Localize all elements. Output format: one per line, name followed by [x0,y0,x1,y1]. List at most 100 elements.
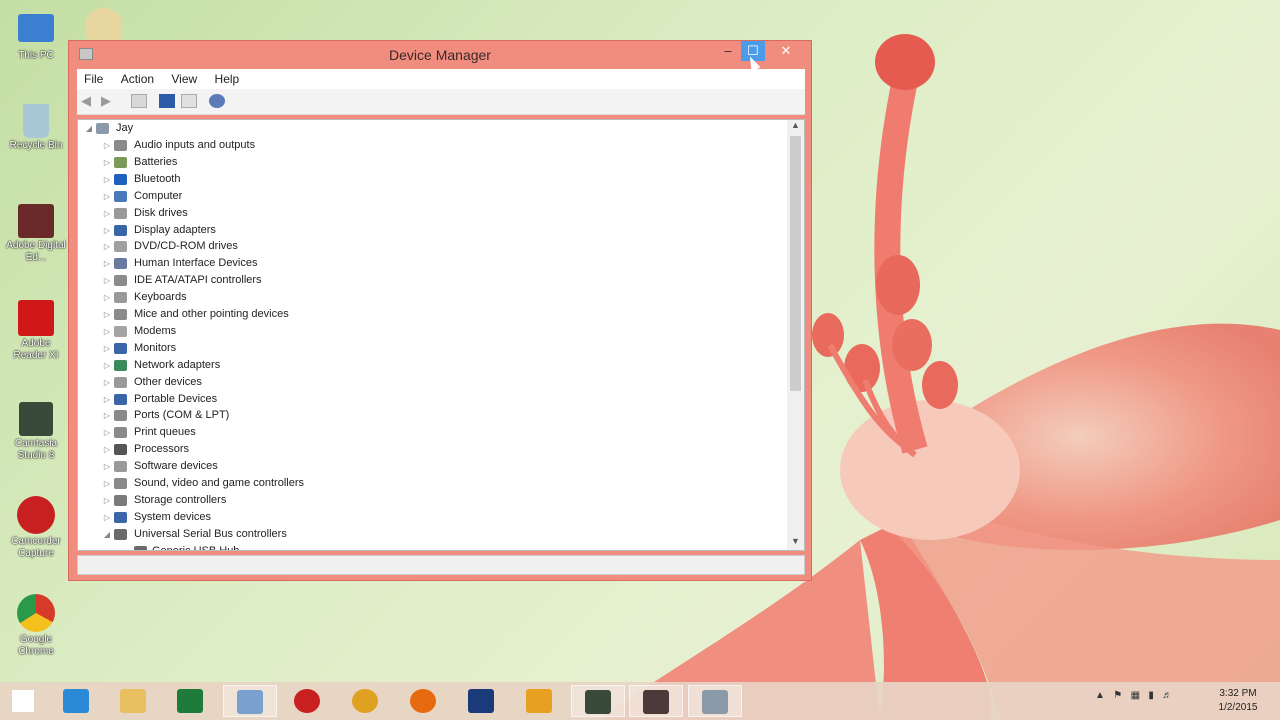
expand-arrow-icon[interactable]: ▷ [102,323,112,340]
expand-arrow-icon[interactable]: ▷ [102,441,112,458]
desktop-icon-recycle-bin[interactable]: Recycle Bin [6,104,66,152]
taskbar-paint[interactable] [223,685,277,717]
expand-arrow-icon[interactable]: ▷ [102,306,112,323]
back-icon[interactable]: ◀ [81,94,97,108]
firefox-icon [410,689,436,713]
device-category-icon [114,173,127,185]
tree-category-label: Software devices [134,460,218,473]
device-category-icon [114,275,127,287]
taskbar-firefox[interactable] [397,685,451,717]
menu-help[interactable]: Help [208,69,247,89]
clock[interactable]: 3:32 PM 1/2/2015 [1208,687,1268,715]
device-category-icon [114,292,127,304]
tree-category-label: Print queues [134,426,196,439]
chrome-icon [17,594,55,632]
collapse-arrow-icon[interactable]: ◢ [102,526,112,543]
taskbar-photoshop[interactable] [455,685,509,717]
forward-icon[interactable]: ▶ [101,94,117,108]
expand-arrow-icon[interactable]: ▷ [102,340,112,357]
tray-chevron-icon[interactable]: ▲ [1095,690,1105,701]
desktop-icon-camtasia[interactable]: Camtasia Studio 8 [6,402,66,462]
camtasia-recorder-icon [643,690,669,714]
close-button[interactable]: ✕ [767,41,805,61]
vertical-scrollbar[interactable]: ▲ ▼ [787,120,804,550]
expand-arrow-icon[interactable]: ▷ [102,458,112,475]
desktop-icon-adobe-digital-editions[interactable]: Adobe Digital Ed... [6,204,66,264]
expand-arrow-icon[interactable]: ▷ [102,475,112,492]
tree-category-label: Batteries [134,155,178,168]
device-category-icon [114,309,127,320]
tree-category-label: Other devices [134,375,202,388]
expand-arrow-icon[interactable]: ▷ [102,374,112,391]
taskbar-camtasia-recorder[interactable] [629,685,683,717]
network-icon[interactable]: ▦ [1131,690,1140,701]
scan-hardware-icon[interactable] [209,94,225,108]
expand-arrow-icon[interactable]: ▷ [102,188,112,205]
desktop-icon-chrome[interactable]: Google Chrome [6,594,66,658]
tree-category-label: Bluetooth [134,172,181,185]
excel-icon [177,689,203,713]
taskbar-camtasia[interactable] [571,685,625,717]
tree-category-label: Universal Serial Bus controllers [134,527,287,540]
flag-icon[interactable]: ⚑ [1113,690,1122,701]
desktop-icon-label: Camcorder Capture [11,536,61,559]
expand-arrow-icon[interactable]: ▷ [102,492,112,509]
expand-arrow-icon[interactable]: ▷ [102,238,112,255]
expand-arrow-icon[interactable]: ▷ [102,357,112,374]
taskbar-start[interactable] [0,685,48,717]
help-icon[interactable] [159,94,175,108]
taskbar-camcorder[interactable] [281,685,335,717]
user-folder-icon[interactable] [86,8,122,40]
tree-category-label: Display adapters [134,223,216,236]
minimize-button[interactable]: – [715,41,741,61]
scrollbar-thumb[interactable] [790,136,801,391]
tree-category-label: Monitors [134,341,177,354]
menu-action[interactable]: Action [114,69,161,89]
expand-arrow-icon[interactable]: ▷ [102,222,112,239]
device-category-icon [114,190,127,202]
expand-arrow-icon[interactable]: ▷ [102,255,112,272]
camtasia-icon [585,690,611,714]
expand-arrow-icon[interactable]: ▷ [102,509,112,526]
device-category-icon [114,207,127,219]
collapse-arrow-icon[interactable]: ◢ [84,120,94,137]
tree-category-label: Storage controllers [134,493,227,506]
desktop-icon-camcorder[interactable]: Camcorder Capture [6,496,66,560]
desktop-icon-this-pc[interactable]: This PC [6,8,66,62]
expand-arrow-icon[interactable]: ▷ [102,137,112,154]
show-hidden-icon[interactable] [181,94,197,108]
taskbar-excel[interactable] [164,685,218,717]
taskbar-chrome[interactable] [339,685,393,717]
menu-bar: File Action View Help [77,69,805,89]
menu-file[interactable]: File [77,69,110,89]
battery-icon[interactable]: ▮ [1148,690,1154,701]
scroll-up-icon[interactable]: ▲ [787,120,804,134]
window-title: Device Manager [389,47,491,63]
device-category-icon [114,224,127,236]
desktop-icon-label: Adobe Digital Ed... [6,240,66,263]
device-category-icon [114,528,127,540]
scroll-down-icon[interactable]: ▼ [787,536,804,550]
expand-arrow-icon[interactable]: ▷ [102,171,112,188]
system-tray: ▲ ⚑ ▦ ▮ ♬ [1095,690,1172,701]
clock-time: 3:32 PM [1219,688,1257,699]
expand-arrow-icon[interactable]: ▷ [102,289,112,306]
taskbar-outlook[interactable] [513,685,567,717]
volume-icon[interactable]: ♬ [1162,690,1172,701]
properties-icon[interactable] [131,94,147,108]
status-bar [77,555,805,575]
menu-view[interactable]: View [164,69,204,89]
taskbar-device-manager[interactable] [688,685,742,717]
expand-arrow-icon[interactable]: ▷ [102,407,112,424]
device-category-icon [114,325,127,337]
taskbar-internet-explorer[interactable] [50,685,104,717]
taskbar-file-explorer[interactable] [107,685,161,717]
expand-arrow-icon[interactable]: ▷ [102,154,112,171]
expand-arrow-icon[interactable]: ▷ [102,424,112,441]
expand-arrow-icon[interactable]: ▷ [102,391,112,408]
desktop-icon-label: Google Chrome [18,634,54,657]
tree-category-label: Human Interface Devices [134,257,258,270]
expand-arrow-icon[interactable]: ▷ [102,205,112,222]
expand-arrow-icon[interactable]: ▷ [102,272,112,289]
desktop-icon-adobe-reader[interactable]: Adobe Reader XI [6,300,66,362]
